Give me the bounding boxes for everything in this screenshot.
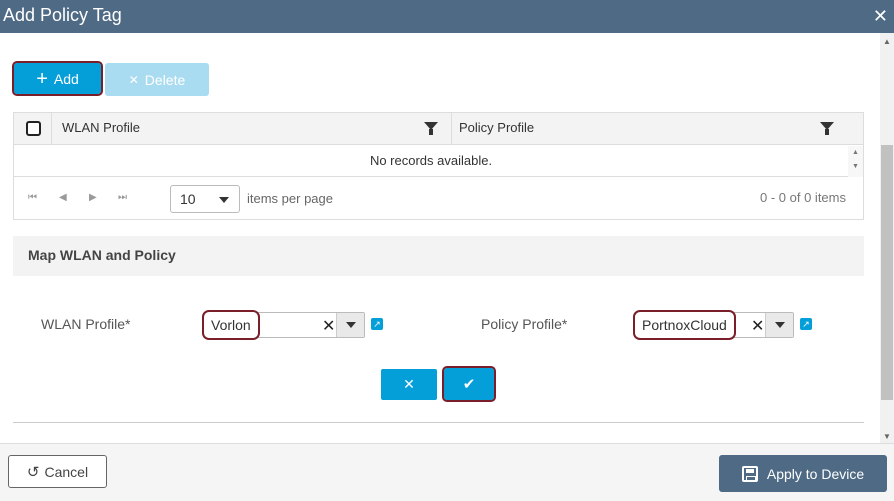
apply-to-device-button[interactable]: Apply to Device	[719, 455, 887, 492]
page-size-select[interactable]: 10	[170, 185, 240, 213]
column-separator	[451, 113, 452, 145]
grid-header: WLAN Profile Policy Profile	[14, 113, 863, 145]
next-page-icon[interactable]: ▶	[89, 192, 97, 203]
save-icon	[741, 465, 758, 482]
clear-policy-icon[interactable]: ✕	[751, 316, 764, 336]
last-page-icon[interactable]: ⏭	[118, 192, 127, 203]
wlan-profile-label: WLAN Profile*	[41, 316, 131, 332]
checkmark-icon: ✔	[462, 376, 476, 393]
apply-button-label: Apply to Device	[766, 465, 865, 482]
filter-icon[interactable]	[820, 122, 834, 135]
delete-button[interactable]: ✕ Delete	[105, 63, 209, 96]
map-section-title: Map WLAN and Policy	[28, 247, 176, 263]
policy-map-grid: WLAN Profile Policy Profile No records a…	[13, 112, 864, 220]
wlan-profile-combobox[interactable]: Vorlon ✕	[202, 310, 365, 340]
no-records-message: No records available.	[369, 153, 493, 168]
grid-scrollbar[interactable]: ▲ ▼	[848, 146, 863, 177]
filter-icon[interactable]	[424, 122, 438, 135]
dialog-title: Add Policy Tag	[3, 5, 122, 25]
items-per-page-label: items per page	[247, 191, 333, 206]
column-header-wlan-profile[interactable]: WLAN Profile	[62, 113, 140, 145]
confirm-mapping-button[interactable]: ✔	[442, 366, 496, 402]
delete-x-icon: ✕	[128, 72, 139, 87]
dialog-title-bar: Add Policy Tag ✕	[0, 0, 894, 33]
chevron-down-icon	[219, 197, 229, 203]
prev-page-icon[interactable]: ◀	[59, 192, 67, 203]
grid-scroll-up-icon[interactable]: ▲	[848, 146, 863, 160]
policy-dropdown-toggle[interactable]	[765, 313, 793, 337]
scroll-thumb[interactable]	[881, 145, 893, 400]
map-section-header: Map WLAN and Policy	[13, 236, 864, 276]
wlan-dropdown-toggle[interactable]	[336, 313, 364, 337]
add-button-label: Add	[53, 70, 79, 87]
policy-profile-combobox[interactable]: PortnoxCloud ✕	[633, 310, 794, 340]
select-all-checkbox[interactable]	[26, 121, 41, 136]
column-header-policy-profile[interactable]: Policy Profile	[459, 113, 534, 145]
record-count: 0 - 0 of 0 items	[760, 190, 846, 205]
wlan-profile-value: Vorlon	[202, 310, 260, 340]
grid-body: No records available. ▲ ▼	[14, 146, 863, 177]
plus-icon: +	[36, 67, 48, 90]
close-icon[interactable]: ✕	[873, 6, 888, 27]
cancel-button-label: Cancel	[44, 463, 89, 480]
page-size-value: 10	[180, 191, 196, 207]
add-button[interactable]: + Add	[12, 61, 103, 96]
scroll-down-arrow-icon[interactable]: ▼	[882, 432, 892, 441]
first-page-icon[interactable]: ⏮	[28, 192, 37, 203]
grid-pager: ⏮ ◀ ▶ ⏭ 10 items per page 0 - 0 of 0 ite…	[14, 178, 863, 219]
column-separator	[51, 113, 52, 145]
cancel-button[interactable]: ↺ Cancel	[8, 455, 107, 488]
delete-button-label: Delete	[144, 71, 186, 88]
open-external-icon[interactable]: ↗	[800, 318, 812, 330]
clear-wlan-icon[interactable]: ✕	[322, 316, 335, 336]
dialog-footer: ↺ Cancel Apply to Device	[0, 443, 894, 501]
grid-scroll-down-icon[interactable]: ▼	[848, 160, 863, 174]
section-divider	[13, 422, 864, 423]
cancel-mapping-button[interactable]: ✕	[381, 369, 437, 400]
open-external-icon[interactable]: ↗	[371, 318, 383, 330]
policy-profile-value: PortnoxCloud	[633, 310, 736, 340]
undo-icon: ↺	[26, 463, 40, 481]
scroll-up-arrow-icon[interactable]: ▲	[882, 37, 892, 46]
policy-profile-label: Policy Profile*	[481, 316, 568, 332]
close-icon: ✕	[403, 376, 415, 392]
